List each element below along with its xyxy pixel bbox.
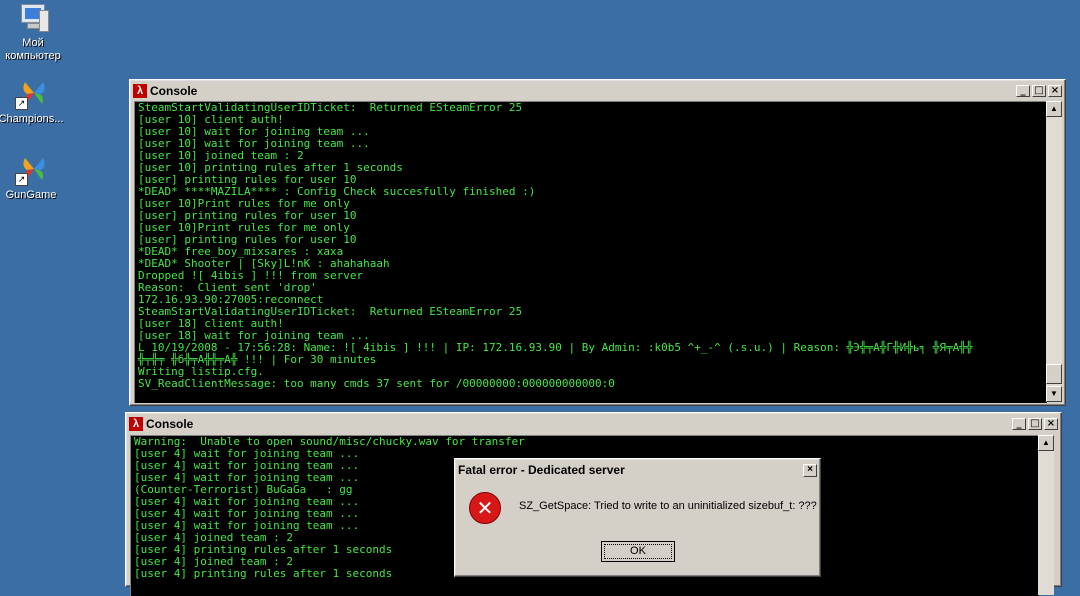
titlebar[interactable]: λ Console _ □ ×	[133, 83, 1062, 99]
scroll-up-button[interactable]: ▲	[1038, 435, 1054, 451]
console-output[interactable]: SteamStartValidatingUserIDTicket: Return…	[134, 101, 1047, 403]
dialog-title: Fatal error - Dedicated server	[458, 463, 625, 477]
desktop-icon-label: Champions...	[0, 113, 64, 125]
close-button[interactable]: ×	[1044, 418, 1058, 430]
console-log: SteamStartValidatingUserIDTicket: Return…	[138, 101, 973, 390]
window-title: Console	[150, 84, 198, 98]
half-life-icon: λ	[133, 84, 147, 98]
dialog-message: SZ_GetSpace: Tried to write to an uninit…	[519, 500, 817, 512]
desktop-icon-my-computer[interactable]: Мой компьютер	[0, 2, 66, 63]
scroll-down-button[interactable]: ▼	[1046, 386, 1062, 402]
dialog-titlebar[interactable]: Fatal error - Dedicated server ×	[458, 462, 817, 478]
desktop-icon-label: Мой	[22, 37, 44, 49]
ok-button[interactable]: OK	[601, 541, 675, 562]
vertical-scrollbar[interactable]: ▲	[1038, 435, 1054, 595]
scroll-up-button[interactable]: ▲	[1046, 101, 1062, 117]
minimize-button[interactable]: _	[1016, 85, 1030, 97]
my-computer-icon	[17, 2, 49, 34]
minimize-button[interactable]: _	[1012, 418, 1026, 430]
desktop-icon-gungame[interactable]: ↗ GunGame	[0, 154, 64, 202]
butterfly-shortcut-icon: ↗	[15, 78, 47, 110]
error-icon: ✕	[469, 492, 501, 524]
close-button[interactable]: ×	[1048, 85, 1062, 97]
desktop-icon-label: компьютер	[5, 50, 61, 62]
desktop-icon-champions[interactable]: ↗ Champions...	[0, 78, 64, 126]
dialog-close-button[interactable]: ×	[803, 463, 817, 477]
butterfly-shortcut-icon: ↗	[15, 154, 47, 186]
half-life-icon: λ	[129, 417, 143, 431]
fatal-error-dialog[interactable]: Fatal error - Dedicated server × ✕ SZ_Ge…	[454, 458, 821, 577]
maximize-button[interactable]: □	[1028, 418, 1042, 430]
console-window-top[interactable]: λ Console _ □ × SteamStartValidatingUser…	[129, 79, 1066, 406]
desktop-icon-label: GunGame	[5, 189, 57, 201]
vertical-scrollbar[interactable]: ▲ ▼	[1046, 101, 1062, 402]
maximize-button[interactable]: □	[1032, 85, 1046, 97]
titlebar[interactable]: λ Console _ □ ×	[129, 416, 1058, 432]
scroll-thumb[interactable]	[1046, 364, 1062, 384]
window-title: Console	[146, 417, 194, 431]
